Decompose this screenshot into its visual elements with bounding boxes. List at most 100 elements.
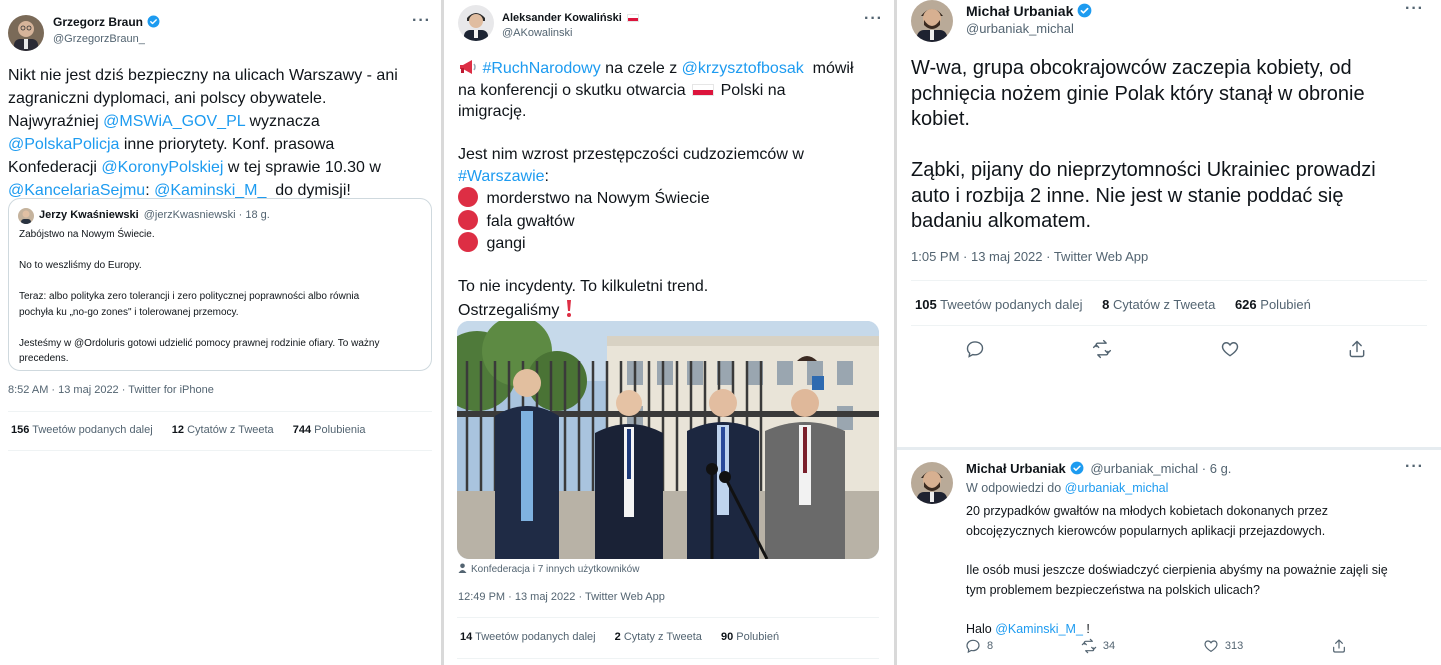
- mention-link[interactable]: @Kaminski_M_: [995, 622, 1083, 636]
- more-options-icon[interactable]: ···: [864, 10, 883, 28]
- verified-badge-icon: [1077, 3, 1092, 21]
- retweet-icon: [1081, 638, 1097, 654]
- quote-stat[interactable]: 2 Cytaty z Tweeta: [615, 631, 702, 643]
- reply-author-name[interactable]: Michał Urbaniak @urbaniak_michal · 6 g.: [966, 461, 1231, 478]
- quoted-tweet[interactable]: Jerzy Kwaśniewski @jerzKwasniewski · 18 …: [8, 198, 432, 371]
- retweet-stat[interactable]: 14 Tweetów podanych dalej: [460, 631, 596, 643]
- tweet-timestamp[interactable]: 12:49 PM · 13 maj 2022 · Twitter Web App: [458, 591, 665, 603]
- reply-button[interactable]: 8: [965, 638, 993, 654]
- text-line: pchnięcia nożem ginie Polak który stanął…: [911, 82, 1365, 105]
- reply-to-line: W odpowiedzi do @urbaniak_michal: [966, 481, 1168, 495]
- text-line: kobiet.: [911, 108, 970, 130]
- hashtag-link[interactable]: #Warszawie: [458, 168, 545, 185]
- engagement-stats: 14 Tweetów podanych dalej 2 Cytaty z Twe…: [460, 631, 795, 643]
- like-icon: [1204, 640, 1218, 653]
- author-name[interactable]: Aleksander Kowaliński: [502, 12, 641, 24]
- mention-link[interactable]: @KoronyPolskiej: [101, 159, 223, 176]
- mention-link[interactable]: @PolskaPolicja: [8, 136, 119, 153]
- quote-line: precedens.: [19, 353, 69, 364]
- text-segment: Konfederacji: [8, 159, 102, 176]
- text-line: [966, 601, 1436, 621]
- quote-paragraph: No to weszliśmy do Europy.: [19, 258, 429, 274]
- mention-link[interactable]: @MSWiA_GOV_PL: [103, 113, 245, 130]
- text-segment: gangi: [482, 235, 526, 252]
- retweet-stat[interactable]: 105 Tweetów podanych dalej: [915, 297, 1082, 312]
- like-count: 313: [1224, 640, 1244, 652]
- like-button[interactable]: 313: [1203, 638, 1243, 654]
- engagement-stats: 105 Tweetów podanych dalej 8 Cytatów z T…: [915, 297, 1327, 312]
- reply-avatar[interactable]: [911, 462, 953, 504]
- reply-action-bar: 8 34 313: [965, 636, 1347, 656]
- text-line: [966, 541, 1436, 561]
- hashtag-link[interactable]: #RuchNarodowy: [482, 60, 600, 77]
- reply-icon: [966, 639, 980, 654]
- text-segment: Nikt nie jest dziś bezpieczny na ulicach…: [8, 67, 398, 84]
- quote-paragraph: Zabójstwo na Nowym Świecie.: [19, 227, 429, 243]
- text-segment: inne priorytety. Konf. prasowa: [119, 136, 335, 153]
- reply-more-options-icon[interactable]: ···: [1405, 458, 1424, 476]
- verified-badge-icon: [147, 15, 160, 31]
- mention-link[interactable]: @KancelariaSejmu: [8, 182, 145, 199]
- text-segment: na czele z: [600, 60, 682, 77]
- share-icon[interactable]: [1347, 339, 1367, 359]
- text-segment: obcojęzycznych kierowców popularnych apl…: [966, 523, 1326, 538]
- text-segment: Polski na: [716, 81, 786, 99]
- text-line: tym problemem bezpieczeństwa na polskich…: [966, 581, 1436, 601]
- avatar[interactable]: [458, 5, 494, 41]
- text-line: na konferencji o skutku otwarcia Polski …: [458, 80, 888, 102]
- text-line: [458, 255, 888, 277]
- mention-link[interactable]: @krzysztofbosak: [682, 60, 804, 77]
- tweet-timestamp[interactable]: 8:52 AM · 13 maj 2022 · Twitter for iPho…: [8, 384, 214, 396]
- text-line: 20 przypadków gwałtów na młodych kobieta…: [966, 502, 1436, 522]
- red-circle-emoji-icon: [458, 187, 478, 207]
- quote-stat[interactable]: 8 Cytatów z Tweeta: [1102, 297, 1215, 312]
- tweet-panel-kowalinski: Aleksander Kowaliński @AKowalinski ··· #…: [448, 0, 893, 665]
- retweet-icon[interactable]: [1092, 339, 1112, 359]
- like-stat[interactable]: 626 Polubień: [1235, 297, 1311, 312]
- text-segment: Halo: [966, 622, 996, 637]
- retweet-count: 34: [1102, 640, 1116, 652]
- like-stat[interactable]: 744 Polubienia: [293, 424, 366, 436]
- text-segment: Ostrzegaliśmy: [458, 301, 564, 319]
- tweet-body: W-wa, grupa obcokrajowców zaczepia kobie…: [911, 56, 1431, 235]
- text-line: To nie incydenty. To kilkuletni trend.: [458, 276, 888, 298]
- text-line: W-wa, grupa obcokrajowców zaczepia kobie…: [911, 57, 1352, 79]
- author-name[interactable]: Michał Urbaniak: [966, 3, 1092, 21]
- retweet-stat[interactable]: 156 Tweetów podanych dalej: [11, 424, 153, 436]
- author-name[interactable]: Grzegorz Braun: [53, 15, 160, 31]
- more-options-icon[interactable]: ···: [412, 12, 431, 30]
- mention-link[interactable]: @Kaminski_M_: [154, 182, 266, 199]
- tweet-photo[interactable]: [457, 321, 879, 559]
- text-line: zagraniczni dyplomaci, ani polscy obywat…: [8, 87, 438, 110]
- reply-icon[interactable]: [965, 339, 985, 359]
- reply-handle-time: @urbaniak_michal · 6 g.: [1090, 461, 1232, 476]
- text-line: Najwyraźniej @MSWiA_GOV_PL wyznacza: [8, 110, 438, 133]
- retweet-button[interactable]: 34: [1081, 638, 1115, 654]
- like-icon[interactable]: [1220, 339, 1240, 359]
- poland-flag-icon: [692, 83, 715, 96]
- avatar[interactable]: [8, 15, 44, 51]
- divider: [457, 658, 879, 659]
- reply-to-handle[interactable]: @urbaniak_michal: [1065, 481, 1169, 495]
- red-circle-emoji-icon: [458, 232, 478, 252]
- tweet-timestamp[interactable]: 1:05 PM · 13 maj 2022 · Twitter Web App: [911, 249, 1148, 264]
- thread-divider: [897, 447, 1441, 450]
- quote-stat[interactable]: 12 Cytatów z Tweeta: [172, 424, 274, 436]
- text-segment: do dymisji!: [266, 182, 351, 199]
- text-segment: zagraniczni dyplomaci, ani polscy obywat…: [8, 90, 327, 107]
- quote-paragraph: Jesteśmy w @Ordoluris gotowi udzielić po…: [19, 336, 429, 367]
- share-button[interactable]: [1331, 638, 1347, 654]
- red-circle-emoji-icon: [458, 209, 478, 230]
- divider: [911, 325, 1427, 326]
- more-options-icon[interactable]: ···: [1405, 0, 1424, 18]
- author-handle[interactable]: @GrzegorzBraun_: [53, 33, 145, 45]
- author-handle[interactable]: @urbaniak_michal: [966, 21, 1074, 36]
- divider: [911, 280, 1427, 281]
- quote-line: Jesteśmy w @Ordoluris gotowi udzielić po…: [19, 337, 380, 349]
- author-handle[interactable]: @AKowalinski: [502, 27, 572, 39]
- photo-tags[interactable]: Konfederacja i 7 innych użytkowników: [458, 563, 639, 576]
- avatar[interactable]: [911, 0, 953, 42]
- like-stat[interactable]: 90 Polubień: [721, 631, 779, 643]
- author-name-text: Aleksander Kowaliński: [502, 12, 622, 24]
- quote-avatar: [18, 208, 34, 224]
